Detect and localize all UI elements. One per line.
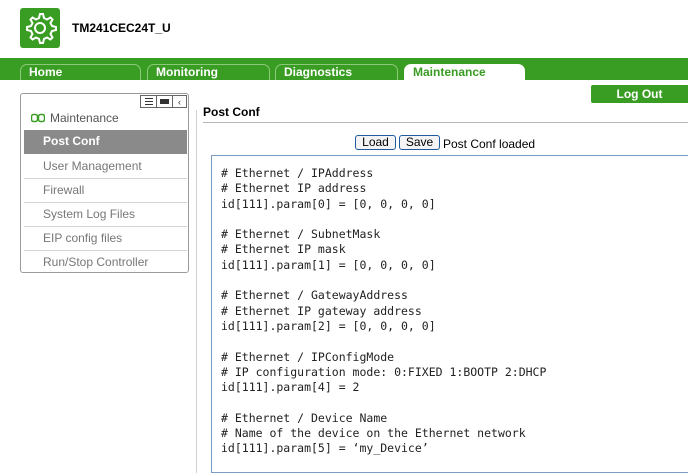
sidebar-item-user-management[interactable]: User Management: [24, 155, 187, 179]
tab-monitoring[interactable]: Monitoring: [147, 64, 270, 80]
sidebar: ‹ Maintenance Post Conf User Management …: [20, 93, 189, 273]
tab-maintenance[interactable]: Maintenance: [404, 64, 525, 80]
code-line: # Ethernet IP address: [221, 181, 367, 196]
code-line: id[111].param[0] = [0, 0, 0, 0]: [221, 196, 436, 211]
code-line: id[111].param[4] = 2: [221, 380, 360, 395]
code-line: # IP configuration mode: 0:FIXED 1:BOOTP…: [221, 364, 547, 379]
gear-icon: [20, 8, 60, 48]
tab-diagnostics[interactable]: Diagnostics: [275, 64, 398, 80]
header: TM241CEC24T_U: [0, 0, 688, 58]
sidebar-title-label: Maintenance: [50, 111, 119, 125]
code-line: # Ethernet / Device Name: [221, 410, 388, 425]
collapse-icon[interactable]: [156, 95, 172, 108]
page-title: Post Conf: [203, 105, 260, 119]
tab-home[interactable]: Home: [20, 64, 141, 80]
main-nav-tabs: Home Monitoring Diagnostics Maintenance: [0, 58, 688, 80]
code-line: # Ethernet / IPConfigMode: [221, 349, 395, 364]
code-line: # Ethernet IP gateway address: [221, 303, 422, 318]
sidebar-item-firewall[interactable]: Firewall: [24, 179, 187, 203]
code-line: # Ethernet IP mask: [221, 242, 346, 257]
code-line: id[111].param[2] = [0, 0, 0, 0]: [221, 318, 436, 333]
save-button[interactable]: Save: [399, 135, 440, 150]
sidebar-item-system-log-files[interactable]: System Log Files: [24, 203, 187, 227]
code-line: id[111].param[1] = [0, 0, 0, 0]: [221, 257, 436, 272]
chevron-left-icon[interactable]: ‹: [172, 95, 187, 108]
code-line: # Ethernet / GatewayAddress: [221, 288, 408, 303]
logout-button[interactable]: Log Out: [591, 85, 688, 103]
title-divider: [203, 122, 688, 123]
load-button[interactable]: Load: [355, 135, 396, 150]
expand-icon[interactable]: [140, 95, 156, 108]
content-divider: [196, 110, 197, 473]
device-name: TM241CEC24T_U: [72, 21, 171, 35]
code-line: # Name of the device on the Ethernet net…: [221, 426, 526, 441]
sidebar-item-eip-config-files[interactable]: EIP config files: [24, 227, 187, 251]
sidebar-title: Maintenance: [31, 111, 119, 125]
status-text: Post Conf loaded: [443, 137, 536, 151]
sidebar-tools: ‹: [140, 95, 187, 108]
code-line: # Ethernet / IPAddress: [221, 166, 374, 180]
code-line: # Ethernet / SubnetMask: [221, 227, 381, 242]
sidebar-item-run-stop-controller[interactable]: Run/Stop Controller: [24, 251, 187, 275]
code-line: id[111].param[5] = ‘my_Device’: [221, 441, 429, 456]
sidebar-item-post-conf[interactable]: Post Conf: [24, 130, 187, 154]
maintenance-icon: [31, 113, 45, 123]
post-conf-editor[interactable]: # Ethernet / IPAddress # Ethernet IP addr…: [211, 155, 688, 473]
